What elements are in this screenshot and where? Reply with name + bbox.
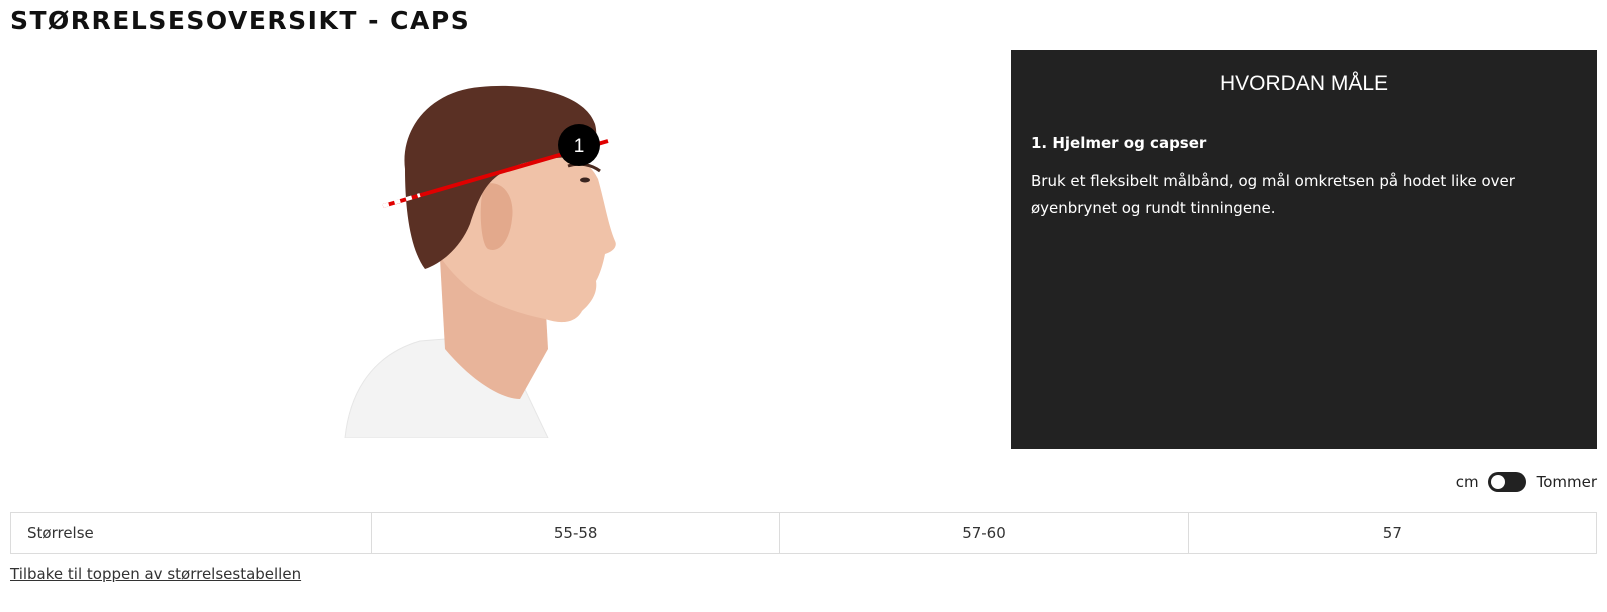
how-to-measure-panel: HVORDAN MÅLE 1. Hjelmer og capser Bruk e… xyxy=(1011,50,1597,449)
size-cell: 57-60 xyxy=(779,512,1189,554)
page-title: STØRRELSESOVERSIKT - CAPS xyxy=(10,6,471,35)
unit-toggle: cm Tommer xyxy=(1456,472,1597,492)
unit-inches-label: Tommer xyxy=(1536,473,1597,491)
size-cell: 57 xyxy=(1187,512,1598,554)
back-to-top-link[interactable]: Tilbake til toppen av størrelsestabellen xyxy=(10,565,301,583)
step-marker-label: 1 xyxy=(574,136,585,157)
step-title: 1. Hjelmer og capser xyxy=(1031,134,1207,152)
head-measurement-figure: 1 xyxy=(0,49,980,438)
how-to-measure-title: HVORDAN MÅLE xyxy=(1219,72,1389,95)
size-row-label: Størrelse xyxy=(10,512,372,554)
size-cell: 55-58 xyxy=(370,512,781,554)
unit-cm-label: cm xyxy=(1455,473,1479,491)
step-text: Bruk et fleksibelt målbånd, og mål omkre… xyxy=(1031,172,1515,217)
switch-knob xyxy=(1490,475,1505,489)
head-profile-illustration: 1 xyxy=(344,85,616,438)
size-table: Størrelse 55-58 57-60 57 xyxy=(10,512,1598,554)
unit-switch[interactable] xyxy=(1487,472,1526,492)
table-row: Størrelse 55-58 57-60 57 xyxy=(10,512,1598,554)
